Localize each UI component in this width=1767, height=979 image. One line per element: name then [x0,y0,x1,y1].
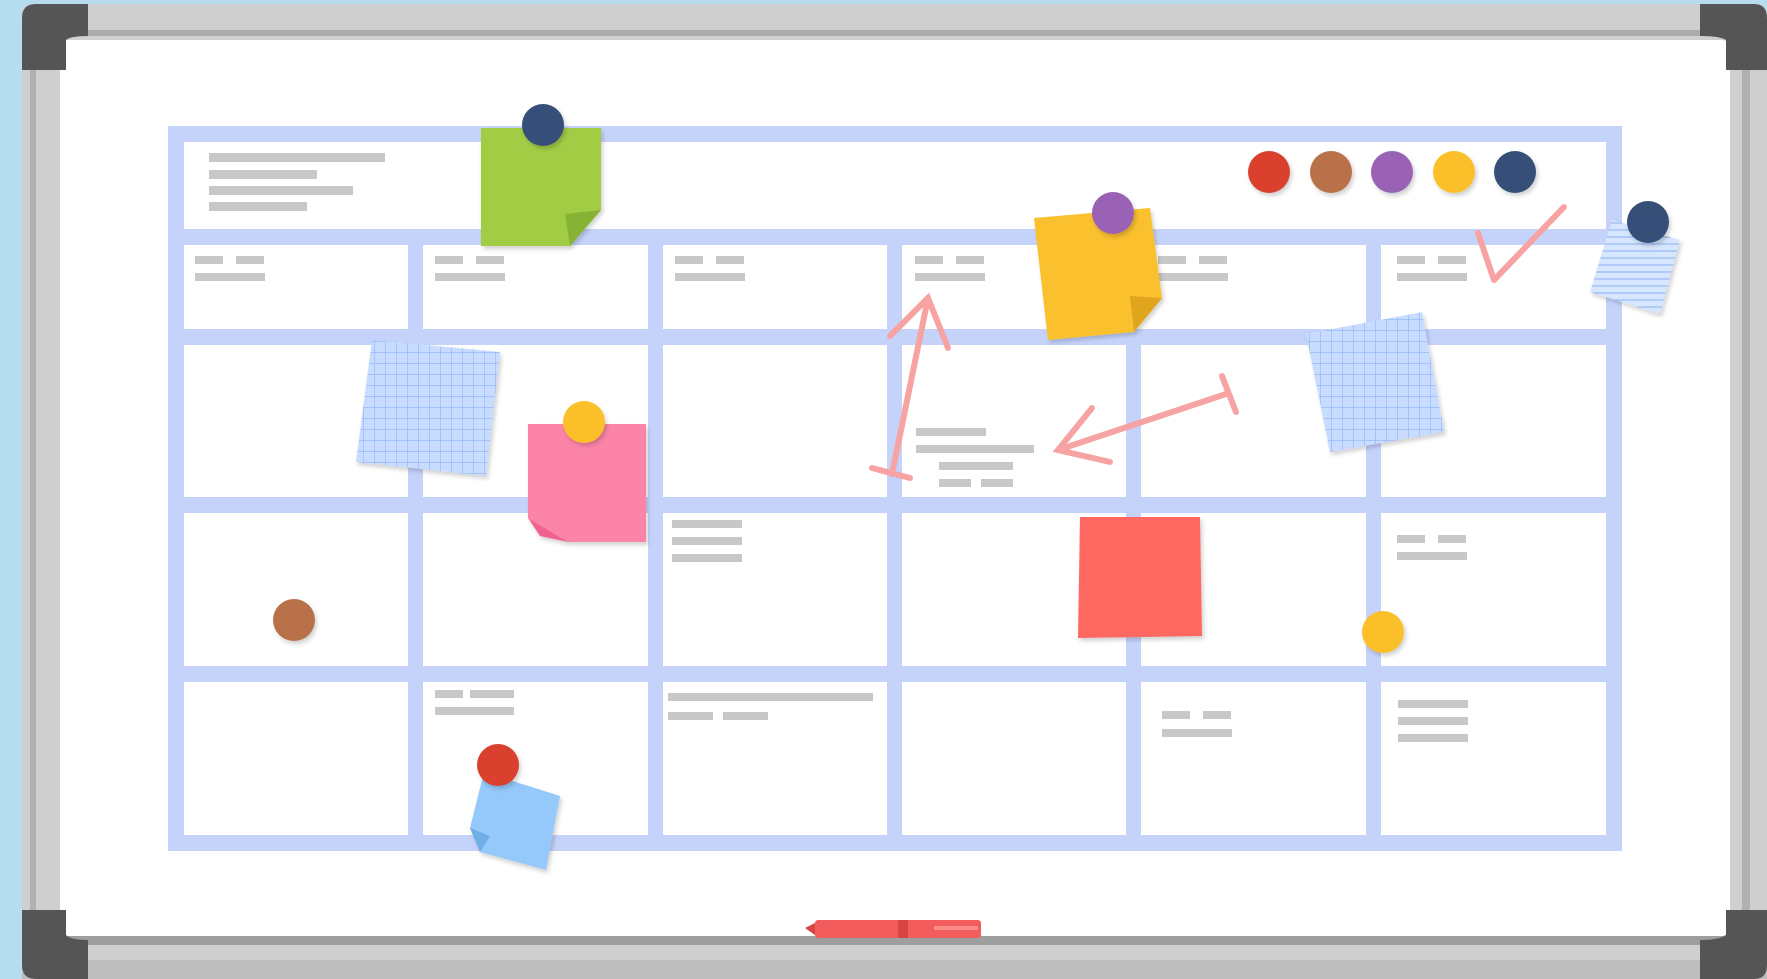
yellow-sticky-note [1034,208,1162,340]
red-marker [805,920,981,938]
navy-magnet-green-note [522,104,564,146]
purple-magnet [1371,151,1413,193]
whiteboard-scene [0,0,1767,979]
purple-magnet-yellow-note [1092,192,1134,234]
navy-magnet [1494,151,1536,193]
yellow-magnet [1433,151,1475,193]
red-sticky-note [1078,517,1202,638]
yellow-magnet-board [1362,611,1404,653]
navy-magnet-notepad [1627,201,1669,243]
red-magnet-blue-note [477,744,519,786]
brown-magnet [1310,151,1352,193]
red-magnet [1248,151,1290,193]
grid-paper-note-left [356,340,500,476]
brown-magnet-board [273,599,315,641]
yellow-magnet-pink-note [563,401,605,443]
grid-paper-note-right [1306,312,1444,452]
